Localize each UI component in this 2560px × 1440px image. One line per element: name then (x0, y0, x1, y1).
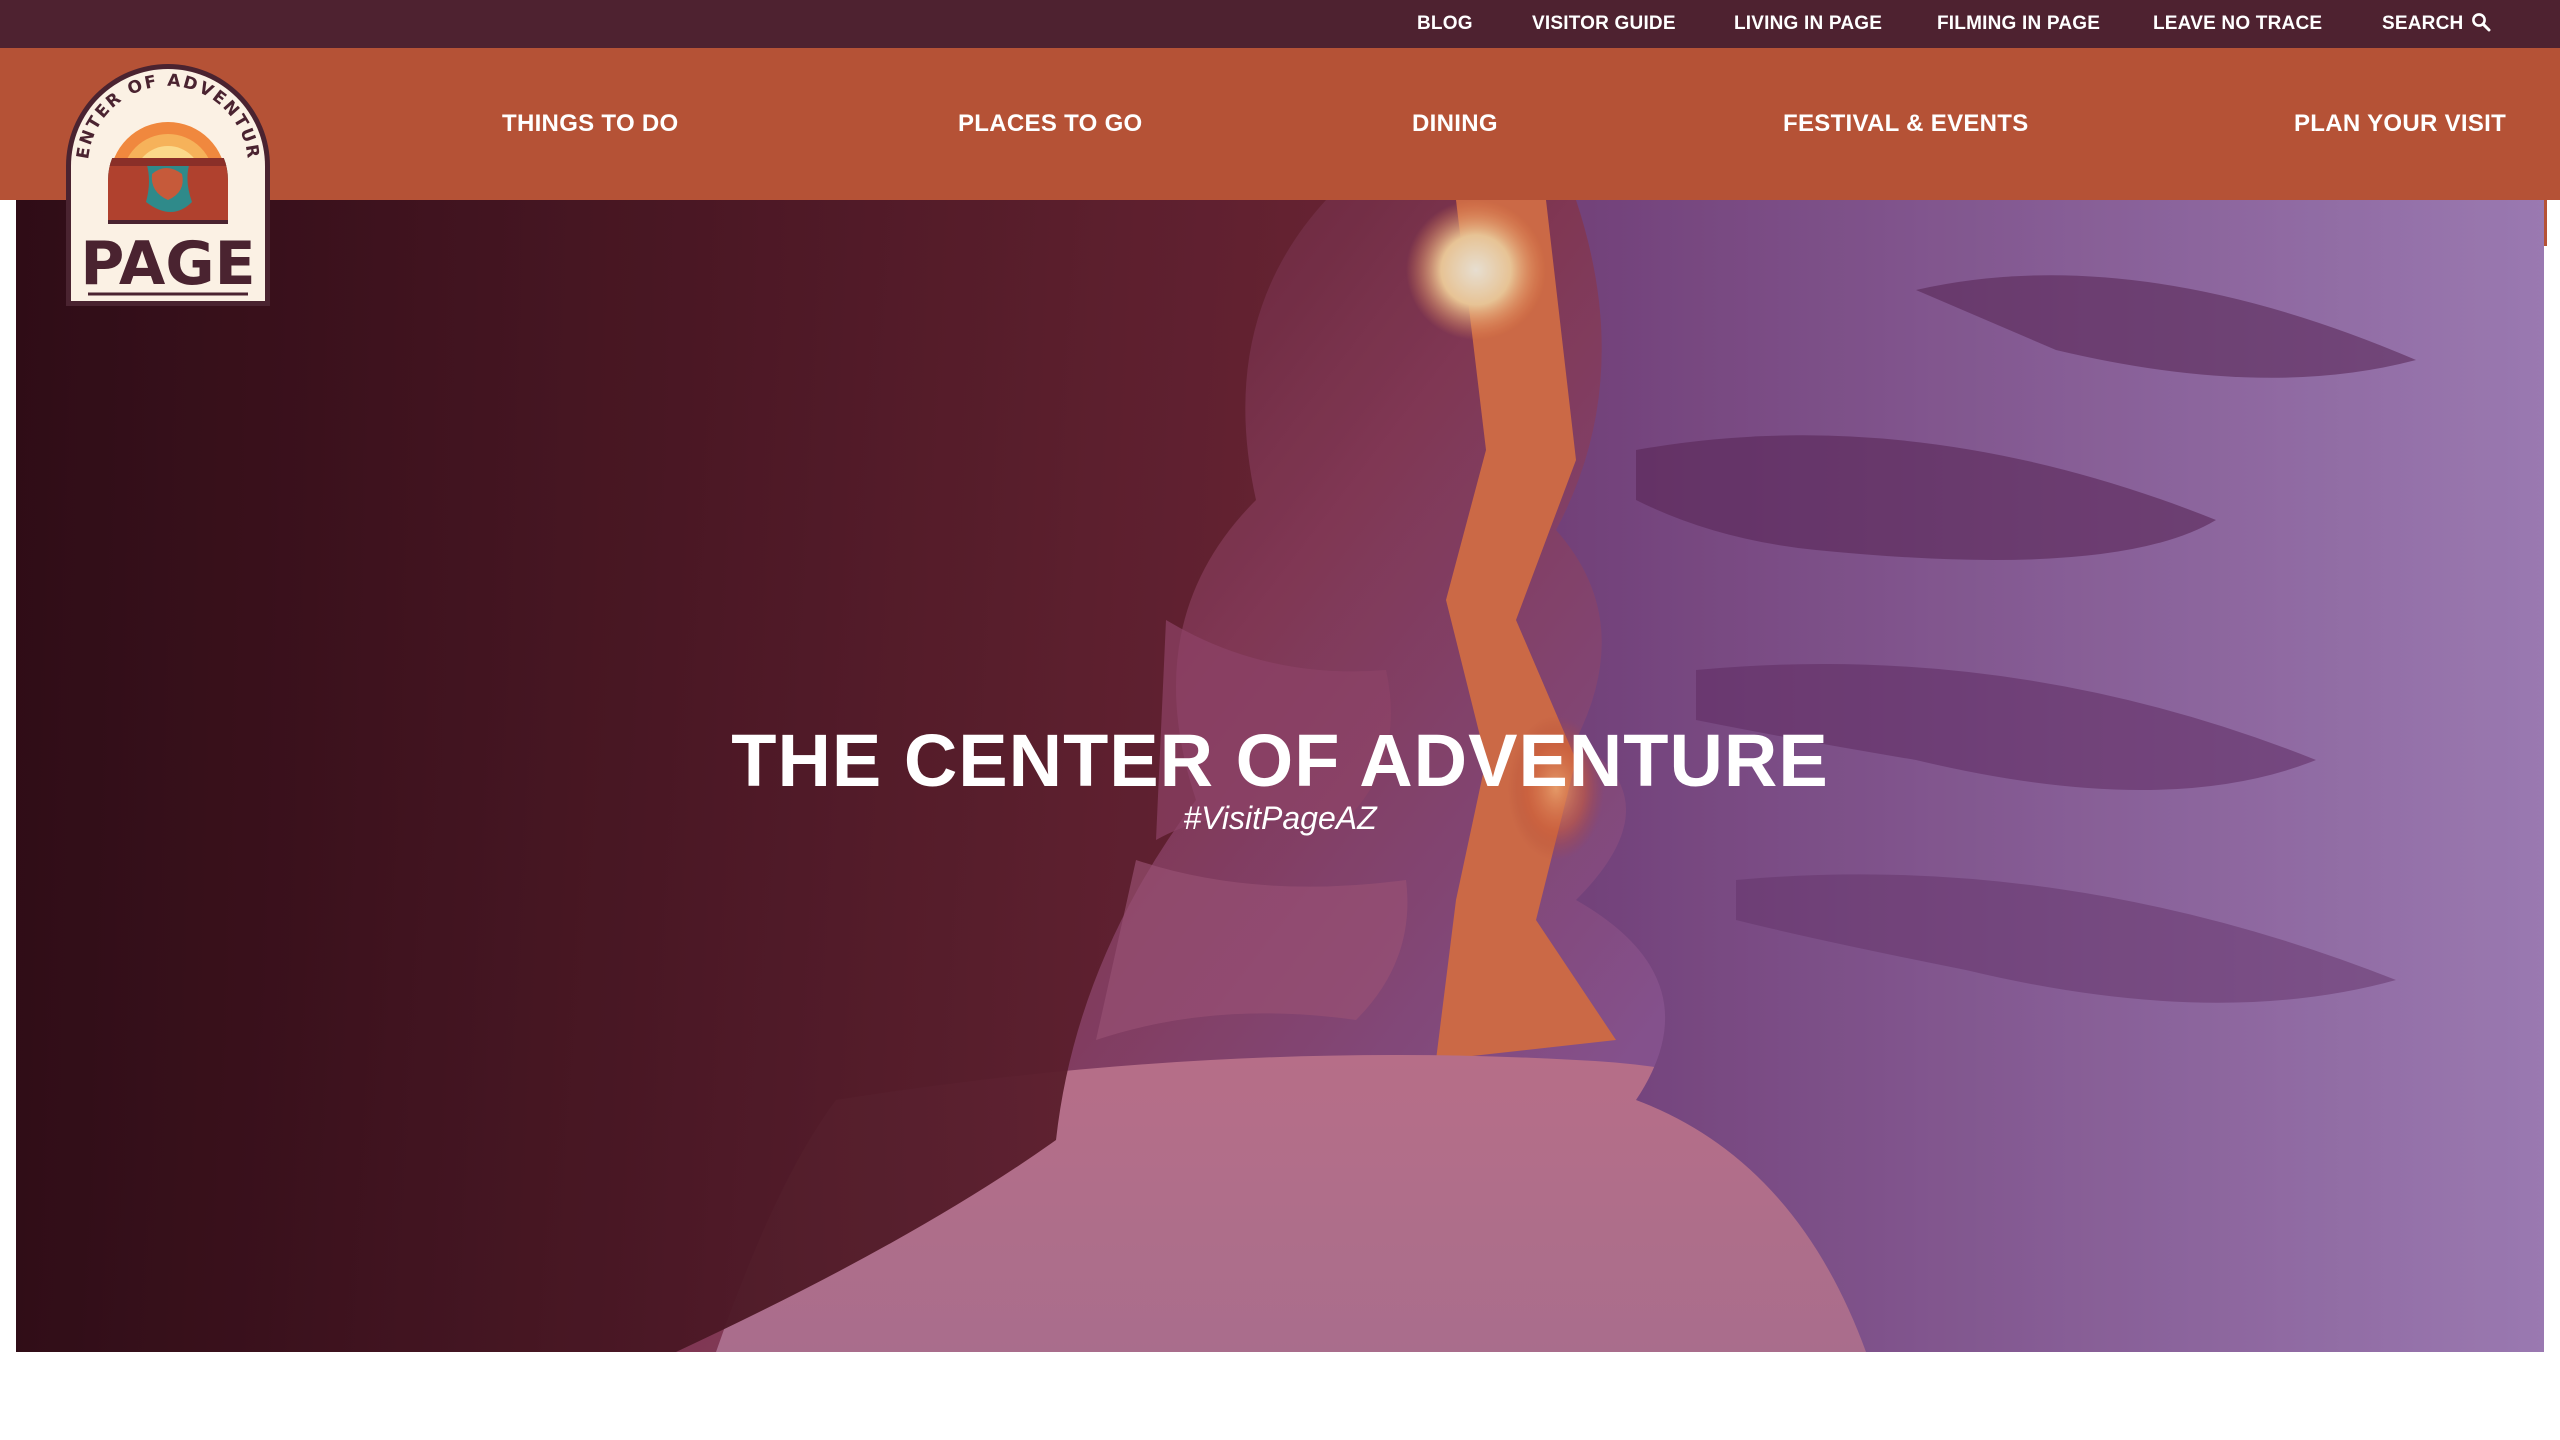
page-az-logo[interactable]: CENTER OF ADVENTURE PAGE (55, 47, 274, 310)
nav-edge-accent (2544, 200, 2547, 246)
search-icon (2472, 13, 2491, 32)
nav-things-to-do[interactable]: THINGS TO DO (502, 48, 679, 200)
nav-label: DINING (1412, 110, 1498, 137)
logo-badge-icon: CENTER OF ADVENTURE PAGE (55, 47, 270, 306)
nav-label: PLAN YOUR VISIT (2294, 110, 2507, 137)
utility-link-visitor-guide[interactable]: VISITOR GUIDE (1532, 0, 1676, 48)
nav-plan-your-visit[interactable]: PLAN YOUR VISIT (2294, 48, 2506, 200)
hero-hashtag: #VisitPageAZ (1183, 800, 1377, 836)
search-label: SEARCH (2382, 13, 2464, 34)
hero-banner: THE CENTER OF ADVENTURE #VisitPageAZ (16, 200, 2544, 1352)
hero-headline: THE CENTER OF ADVENTURE (731, 719, 1829, 802)
nav-label: FESTIVAL & EVENTS (1783, 110, 2029, 137)
nav-label: PLACES TO GO (958, 110, 1143, 137)
utility-link-living-in-page[interactable]: LIVING IN PAGE (1734, 0, 1882, 48)
utility-link-filming-in-page[interactable]: FILMING IN PAGE (1937, 0, 2100, 48)
utility-link-leave-no-trace[interactable]: LEAVE NO TRACE (2153, 0, 2322, 48)
nav-festival-events[interactable]: FESTIVAL & EVENTS (1783, 48, 2029, 200)
svg-text:PAGE: PAGE (80, 229, 255, 299)
nav-places-to-go[interactable]: PLACES TO GO (958, 48, 1143, 200)
search-button[interactable]: SEARCH (2382, 0, 2491, 48)
utility-link-blog[interactable]: BLOG (1417, 0, 1473, 48)
nav-dining[interactable]: DINING (1412, 48, 1498, 200)
main-nav (0, 48, 2560, 200)
nav-label: THINGS TO DO (502, 110, 679, 137)
